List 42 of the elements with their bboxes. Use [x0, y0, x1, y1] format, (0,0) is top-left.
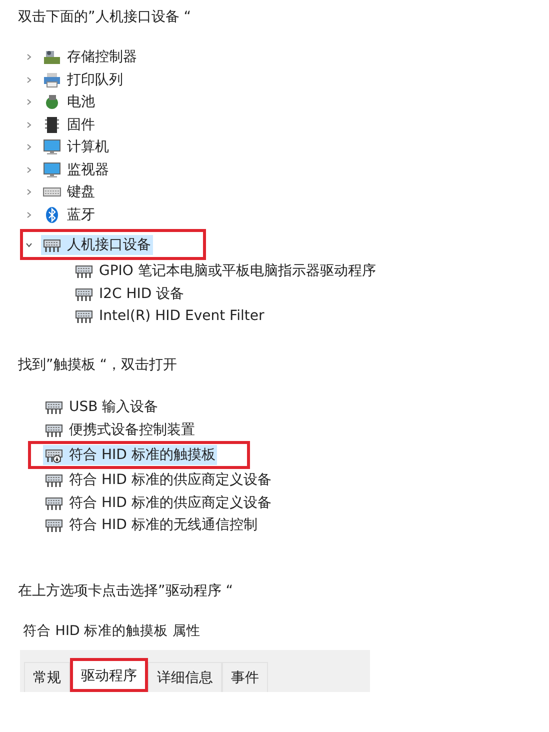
list-item[interactable]: 符合 HID 标准的供应商定义设备: [43, 470, 274, 490]
tab[interactable]: 事件: [222, 662, 268, 692]
tree-item[interactable]: 计算机: [41, 137, 111, 158]
tree-item[interactable]: 蓝牙: [41, 204, 97, 225]
tree-item[interactable]: 键盘: [41, 182, 97, 202]
tree-item[interactable]: 人机接口设备: [41, 234, 153, 254]
printer-icon: [43, 70, 61, 89]
chevron-right-icon[interactable]: [25, 120, 33, 129]
bluetooth-icon: [43, 206, 61, 224]
chevron-right-icon[interactable]: [25, 166, 33, 174]
chevron-right-icon[interactable]: [25, 188, 33, 196]
list-item[interactable]: 符合 HID 标准的触摸板: [43, 445, 218, 465]
tab[interactable]: 驱动程序: [70, 658, 148, 692]
chevron-right-icon[interactable]: [25, 210, 33, 219]
monitor-icon: [43, 160, 61, 179]
tree-item[interactable]: Intel(R) HID Event Filter: [73, 306, 266, 326]
instruction-text: 找到”触摸板 “，双击打开: [17, 356, 178, 375]
chevron-right-icon[interactable]: [25, 143, 33, 152]
chevron-right-icon[interactable]: [25, 53, 33, 62]
computer-icon: [43, 138, 61, 156]
chevron-down-icon[interactable]: [25, 240, 33, 248]
battery-icon: [43, 93, 61, 112]
instruction-text: 在上方选项卡点击选择”驱动程序 “: [17, 582, 234, 601]
tree-item[interactable]: 监视器: [41, 160, 111, 180]
tab[interactable]: 常规: [24, 662, 70, 692]
chevron-right-icon[interactable]: [25, 76, 33, 84]
tree-item[interactable]: 打印队列: [41, 70, 125, 90]
tree-item[interactable]: 存储控制器: [41, 47, 139, 68]
list-item[interactable]: 便携式设备控制装置: [43, 420, 197, 440]
tree-item[interactable]: GPIO 笔记本电脑或平板电脑指示器驱动程序: [73, 261, 378, 282]
tree-item[interactable]: 电池: [41, 92, 97, 112]
list-item[interactable]: 符合 HID 标准的无线通信控制: [43, 515, 260, 536]
chip-icon: [43, 116, 61, 134]
instruction-text: 双击下面的”人机接口设备 “: [17, 8, 192, 27]
dialog-title: 符合 HID 标准的触摸板 属性: [23, 622, 202, 640]
tab[interactable]: 详细信息: [148, 662, 222, 692]
list-item[interactable]: USB 输入设备: [43, 397, 160, 418]
chevron-right-icon[interactable]: [25, 98, 33, 106]
drive-icon: [43, 48, 61, 66]
tree-item[interactable]: 固件: [41, 114, 97, 135]
list-item[interactable]: 符合 HID 标准的供应商定义设备: [43, 492, 274, 513]
tree-item[interactable]: I2C HID 设备: [73, 284, 186, 304]
